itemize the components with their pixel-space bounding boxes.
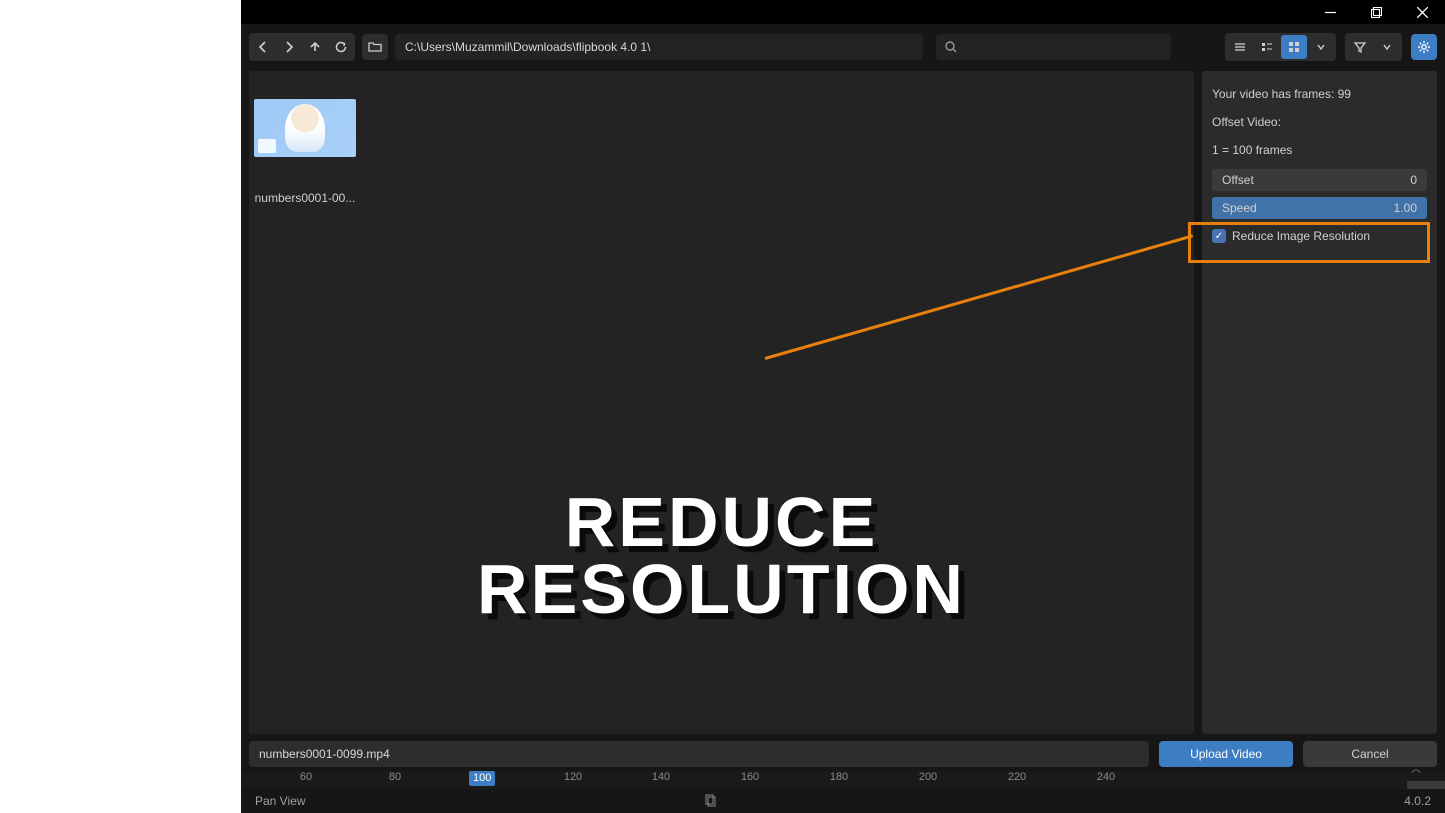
timeline-marker[interactable]: 100 [469, 771, 495, 786]
timeline-tick: 200 [919, 771, 937, 783]
overlay-line2: RESOLUTION [477, 556, 966, 623]
video-frames-text: Your video has frames: 99 [1212, 85, 1427, 103]
view-mode-group [1225, 33, 1336, 61]
up-button[interactable] [303, 35, 327, 59]
timeline-tick: 240 [1097, 771, 1115, 783]
timeline-tick: 220 [1008, 771, 1026, 783]
speed-label: Speed [1222, 201, 1257, 215]
scrollbar-horizontal[interactable] [1407, 781, 1445, 789]
settings-button[interactable] [1411, 34, 1437, 60]
status-hint: Pan View [255, 794, 305, 808]
filter-group [1345, 33, 1402, 61]
reduce-resolution-label: Reduce Image Resolution [1232, 229, 1370, 243]
reduce-resolution-checkbox[interactable]: ✓ Reduce Image Resolution [1212, 225, 1427, 247]
timeline-tick: 60 [300, 771, 312, 783]
list-view-button[interactable] [1227, 35, 1253, 59]
close-button[interactable] [1399, 0, 1445, 24]
maximize-button[interactable] [1353, 0, 1399, 24]
upload-video-button[interactable]: Upload Video [1159, 741, 1293, 767]
timeline-tick: 140 [652, 771, 670, 783]
offset-hint-text: 1 = 100 frames [1212, 141, 1427, 159]
back-button[interactable] [251, 35, 275, 59]
timeline-tick: 180 [830, 771, 848, 783]
speed-value: 1.00 [1394, 201, 1417, 215]
filter-button[interactable] [1347, 35, 1373, 59]
clipboard-icon [703, 793, 717, 810]
filename-input[interactable] [249, 741, 1149, 767]
minimize-button[interactable] [1307, 0, 1353, 24]
external-blank-area [0, 0, 241, 813]
timeline-tick: 80 [389, 771, 401, 783]
path-input[interactable] [395, 34, 923, 60]
app-window: numbers0001-00... REDUCE RESOLUTION Your… [241, 0, 1445, 813]
new-folder-button[interactable] [362, 34, 388, 60]
refresh-button[interactable] [329, 35, 353, 59]
filter-dropdown-button[interactable] [1374, 35, 1400, 59]
timeline-tick: 160 [741, 771, 759, 783]
toolbar [241, 24, 1445, 69]
titlebar [241, 0, 1445, 24]
file-browser-area[interactable]: numbers0001-00... REDUCE RESOLUTION [249, 71, 1194, 734]
timeline-tick: 120 [564, 771, 582, 783]
thumbnail-preview-icon [254, 99, 356, 157]
nav-group [249, 33, 355, 61]
overlay-caption: REDUCE RESOLUTION [477, 489, 966, 622]
file-thumbnail[interactable]: numbers0001-00... [249, 99, 361, 205]
version-text: 4.0.2 [1404, 794, 1431, 808]
thumbnail-view-button[interactable] [1281, 35, 1307, 59]
film-icon [258, 139, 276, 153]
speed-slider[interactable]: Speed 1.00 [1212, 197, 1427, 219]
detail-view-button[interactable] [1254, 35, 1280, 59]
overlay-line1: REDUCE [477, 489, 966, 556]
checkmark-icon: ✓ [1212, 229, 1226, 243]
offset-video-label: Offset Video: [1212, 113, 1427, 131]
properties-panel: Your video has frames: 99 Offset Video: … [1202, 71, 1437, 734]
search-input[interactable] [936, 34, 1171, 60]
offset-value: 0 [1410, 173, 1417, 187]
scroll-up-icon[interactable]: ︿ [1411, 760, 1423, 772]
view-dropdown-button[interactable] [1308, 35, 1334, 59]
offset-slider[interactable]: Offset 0 [1212, 169, 1427, 191]
statusbar: Pan View 4.0.2 [241, 789, 1445, 813]
thumbnail-label: numbers0001-00... [249, 191, 361, 205]
offset-label: Offset [1222, 173, 1254, 187]
footer-row: Upload Video Cancel [241, 736, 1445, 771]
timeline[interactable]: ︿ 60 80 100 120 140 160 180 200 220 240 [241, 771, 1445, 789]
forward-button[interactable] [277, 35, 301, 59]
content-row: numbers0001-00... REDUCE RESOLUTION Your… [241, 69, 1445, 736]
